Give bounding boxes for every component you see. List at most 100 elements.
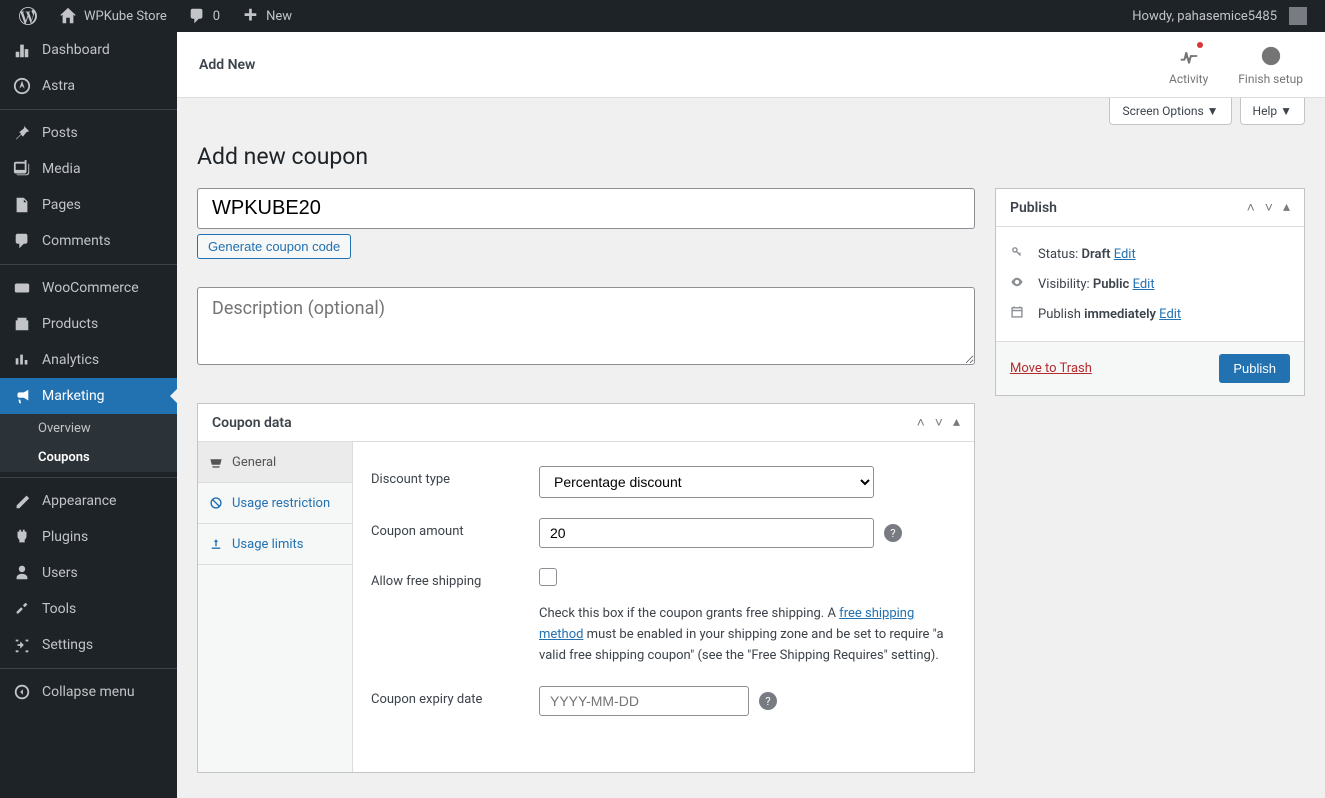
expiry-date-input[interactable] [539, 686, 749, 716]
submenu-marketing: Overview Coupons [0, 414, 177, 472]
publish-button[interactable]: Publish [1219, 354, 1290, 383]
menu-marketing[interactable]: Marketing [0, 378, 177, 414]
publish-title: Publish [1010, 200, 1057, 216]
comment-count: 0 [213, 9, 220, 24]
discount-type-select[interactable]: Percentage discount [539, 466, 874, 498]
toggle-box-button[interactable]: ▴ [953, 414, 960, 431]
free-shipping-description: Check this box if the coupon grants free… [539, 604, 956, 666]
menu-comments[interactable]: Comments [0, 223, 177, 259]
appearance-icon [12, 491, 32, 511]
plus-icon [240, 6, 260, 26]
free-shipping-checkbox[interactable] [539, 568, 557, 586]
comment-icon [12, 231, 32, 251]
admin-bar: WPKube Store 0 New Howdy, pahasemice5485 [0, 0, 1325, 32]
menu-tools[interactable]: Tools [0, 591, 177, 627]
help-icon[interactable]: ? [759, 692, 777, 710]
comments-link[interactable]: 0 [177, 0, 230, 32]
menu-posts[interactable]: Posts [0, 115, 177, 151]
activity-button[interactable]: Activity [1169, 44, 1208, 86]
menu-analytics[interactable]: Analytics [0, 342, 177, 378]
menu-woocommerce[interactable]: WooCommerce [0, 270, 177, 306]
new-label: New [266, 9, 292, 24]
coupon-data-box: Coupon data ˄ ˅ ▴ General Usage restrict… [197, 403, 975, 773]
general-icon [208, 454, 224, 470]
avatar-icon [1289, 7, 1307, 25]
wp-logo[interactable] [8, 0, 48, 32]
menu-astra[interactable]: Astra [0, 68, 177, 104]
coupon-tabs: General Usage restriction Usage limits [198, 442, 353, 772]
plugins-icon [12, 527, 32, 547]
menu-users[interactable]: Users [0, 555, 177, 591]
content-area: Add New Activity Finish setup Screen Opt… [177, 32, 1325, 798]
description-textarea[interactable] [197, 287, 975, 365]
tab-usage-restriction[interactable]: Usage restriction [198, 483, 352, 524]
finish-setup-button[interactable]: Finish setup [1238, 44, 1303, 86]
screen-options-tab[interactable]: Screen Options ▼ [1109, 98, 1231, 125]
home-icon [58, 6, 78, 26]
analytics-icon [12, 350, 32, 370]
generate-code-button[interactable]: Generate coupon code [197, 234, 351, 259]
key-icon [1010, 245, 1028, 263]
wordpress-icon [18, 6, 38, 26]
coupon-amount-label: Coupon amount [371, 518, 521, 539]
media-icon [12, 159, 32, 179]
edit-status-link[interactable]: Edit [1114, 247, 1136, 262]
products-icon [12, 314, 32, 334]
site-name: WPKube Store [84, 9, 167, 24]
edit-visibility-link[interactable]: Edit [1133, 277, 1155, 292]
tools-icon [12, 599, 32, 619]
menu-products[interactable]: Products [0, 306, 177, 342]
calendar-icon [1010, 305, 1028, 323]
dashboard-icon [12, 40, 32, 60]
menu-dashboard[interactable]: Dashboard [0, 32, 177, 68]
menu-media[interactable]: Media [0, 151, 177, 187]
admin-sidebar: Dashboard Astra Posts Media Pages Commen… [0, 32, 177, 798]
coupon-data-title: Coupon data [212, 415, 292, 431]
menu-pages[interactable]: Pages [0, 187, 177, 223]
menu-collapse[interactable]: Collapse menu [0, 674, 177, 710]
woocommerce-icon [12, 278, 32, 298]
comment-icon [187, 6, 207, 26]
discount-type-label: Discount type [371, 466, 521, 487]
howdy-text: Howdy, pahasemice5485 [1132, 9, 1277, 24]
move-up-button[interactable]: ˄ [1247, 199, 1255, 216]
publish-box: Publish ˄ ˅ ▴ Status: Draft Edit [995, 188, 1305, 396]
howdy-link[interactable]: Howdy, pahasemice5485 [1122, 0, 1317, 32]
clock-icon [1259, 44, 1283, 68]
expiry-date-label: Coupon expiry date [371, 686, 521, 707]
page-top-title: Add New [199, 57, 255, 73]
settings-icon [12, 635, 32, 655]
move-down-button[interactable]: ˅ [935, 414, 943, 431]
astra-icon [12, 76, 32, 96]
site-link[interactable]: WPKube Store [48, 0, 177, 32]
subitem-coupons[interactable]: Coupons [0, 443, 177, 472]
restriction-icon [208, 495, 224, 511]
eye-icon [1010, 275, 1028, 293]
page-icon [12, 195, 32, 215]
free-shipping-label: Allow free shipping [371, 568, 521, 589]
coupon-code-input[interactable] [197, 188, 975, 229]
move-up-button[interactable]: ˄ [917, 414, 925, 431]
coupon-panel: Discount type Percentage discount Coupon… [353, 442, 974, 772]
edit-publish-link[interactable]: Edit [1159, 307, 1181, 322]
pin-icon [12, 123, 32, 143]
help-icon[interactable]: ? [884, 524, 902, 542]
subitem-overview[interactable]: Overview [0, 414, 177, 443]
menu-settings[interactable]: Settings [0, 627, 177, 663]
notification-dot [1197, 42, 1203, 48]
users-icon [12, 563, 32, 583]
help-tab[interactable]: Help ▼ [1240, 98, 1305, 125]
megaphone-icon [12, 386, 32, 406]
collapse-icon [12, 682, 32, 702]
menu-appearance[interactable]: Appearance [0, 483, 177, 519]
tab-usage-limits[interactable]: Usage limits [198, 524, 352, 565]
top-strip: Add New Activity Finish setup [177, 32, 1325, 98]
menu-plugins[interactable]: Plugins [0, 519, 177, 555]
coupon-amount-input[interactable] [539, 518, 874, 548]
activity-icon [1177, 44, 1201, 68]
tab-general[interactable]: General [198, 442, 352, 483]
new-link[interactable]: New [230, 0, 302, 32]
toggle-box-button[interactable]: ▴ [1283, 199, 1290, 216]
move-to-trash-link[interactable]: Move to Trash [1010, 361, 1092, 376]
move-down-button[interactable]: ˅ [1265, 199, 1273, 216]
